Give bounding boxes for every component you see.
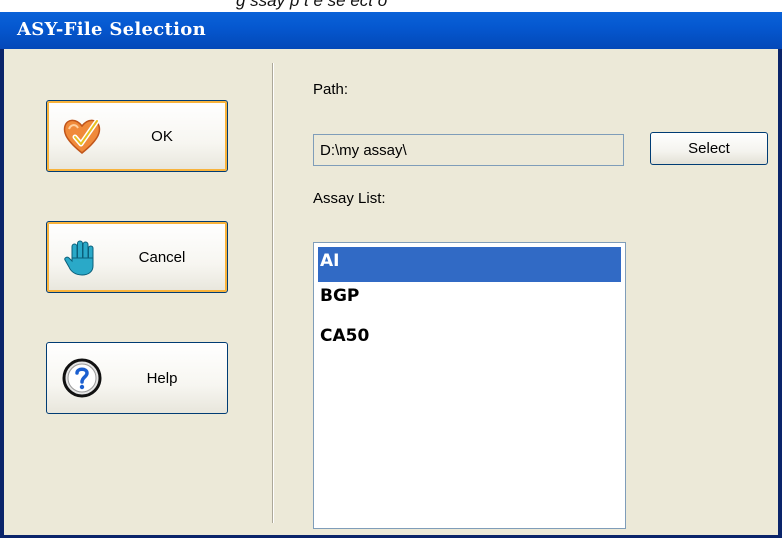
cancel-button[interactable]: Cancel <box>46 221 228 293</box>
ok-label: OK <box>151 127 173 145</box>
vertical-divider <box>272 63 273 523</box>
heart-check-icon <box>61 115 103 157</box>
list-item[interactable]: BGP <box>318 282 621 317</box>
select-button[interactable]: Select <box>650 132 768 165</box>
dialog-body: OK Cancel Help Path: D:\my assay\ Select… <box>4 49 778 535</box>
caption-text: g ssay p t e se ect o <box>236 0 388 10</box>
ok-button[interactable]: OK <box>46 100 228 172</box>
select-label: Select <box>688 140 730 157</box>
assay-list-label: Assay List: <box>313 190 386 207</box>
window-title: ASY-File Selection <box>17 19 206 40</box>
help-button[interactable]: Help <box>46 342 228 414</box>
title-bar[interactable]: ASY-File Selection <box>0 12 782 49</box>
hand-stop-icon <box>61 236 103 278</box>
list-item[interactable]: AI <box>318 247 621 282</box>
question-icon <box>61 357 103 399</box>
dialog-window: ASY-File Selection OK Cancel Help Path: … <box>0 12 782 538</box>
assay-listbox[interactable]: AI BGP CA50 <box>313 242 626 529</box>
path-input[interactable] <box>313 134 624 166</box>
help-label: Help <box>146 369 178 387</box>
path-label: Path: <box>313 81 349 98</box>
cancel-label: Cancel <box>138 248 186 266</box>
list-item[interactable]: CA50 <box>318 322 621 357</box>
